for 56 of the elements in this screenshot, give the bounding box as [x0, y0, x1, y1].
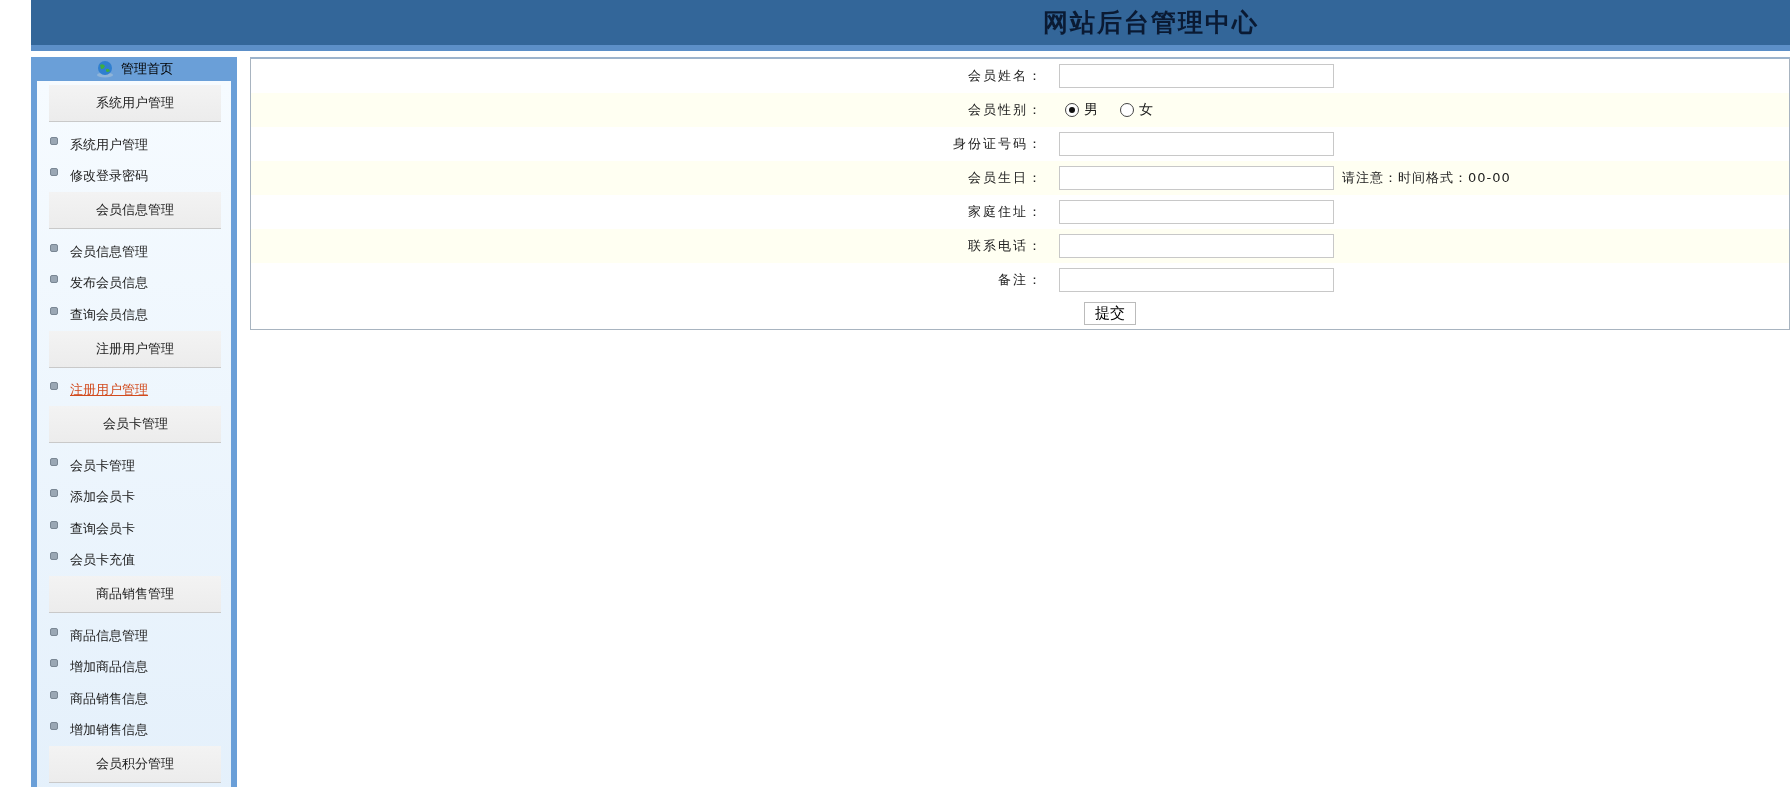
menu-section-heading: 注册用户管理: [49, 330, 221, 368]
field-label: 会员姓名：: [967, 67, 1044, 85]
menu-link[interactable]: 注册用户管理: [70, 381, 148, 400]
menu-section-heading: 会员卡管理: [49, 406, 221, 443]
bullet-icon: [50, 168, 58, 177]
menu-link[interactable]: 系统用户管理: [70, 135, 148, 154]
format-hint: 请注意：时间格式：00-00: [1342, 169, 1511, 187]
menu-link[interactable]: 商品信息管理: [70, 626, 148, 645]
menu-section-heading: 会员积分管理: [49, 746, 221, 783]
input-field[interactable]: [1059, 234, 1334, 258]
input-field[interactable]: [1059, 64, 1334, 88]
site-title: 网站后台管理中心: [1041, 7, 1259, 39]
sidebar-title[interactable]: 管理首页: [121, 60, 173, 78]
bullet-icon: [50, 136, 58, 145]
menu-section-heading: 会员信息管理: [49, 192, 221, 229]
submit-button[interactable]: 提交: [1084, 301, 1136, 325]
field-label: 会员生日：: [967, 169, 1044, 187]
globe-icon: [95, 60, 115, 78]
bullet-icon: [50, 489, 58, 498]
bullet-icon: [50, 457, 58, 466]
field-label: 会员性别：: [967, 101, 1044, 119]
bullet-icon: [50, 382, 58, 391]
field-label: 备注：: [997, 271, 1044, 289]
menu-link[interactable]: 会员卡管理: [70, 456, 135, 475]
menu-link[interactable]: 增加销售信息: [70, 721, 148, 740]
bullet-icon: [50, 275, 58, 284]
radio-button[interactable]: [1120, 103, 1134, 117]
input-field[interactable]: [1059, 166, 1334, 190]
radio-label: 女: [1139, 101, 1153, 119]
bullet-icon: [50, 659, 58, 668]
menu-link[interactable]: 修改登录密码: [70, 167, 148, 186]
bullet-icon: [50, 243, 58, 252]
menu-link[interactable]: 查询会员卡: [70, 519, 135, 538]
bullet-icon: [50, 306, 58, 315]
bullet-icon: [50, 627, 58, 636]
menu-section-heading: 商品销售管理: [49, 576, 221, 613]
menu-link[interactable]: 添加会员卡: [70, 488, 135, 507]
menu-link[interactable]: 查询会员信息: [70, 305, 148, 324]
menu-link[interactable]: 商品销售信息: [70, 689, 148, 708]
bullet-icon: [50, 552, 58, 561]
bullet-icon: [50, 520, 58, 529]
field-label: 联系电话：: [967, 237, 1044, 255]
menu-link[interactable]: 会员卡充值: [70, 551, 135, 570]
bullet-icon: [50, 690, 58, 699]
field-label: 身份证号码：: [952, 135, 1044, 153]
radio-button[interactable]: [1065, 103, 1079, 117]
radio-label: 男: [1084, 101, 1098, 119]
bullet-icon: [50, 722, 58, 731]
input-field[interactable]: [1059, 268, 1334, 292]
input-field[interactable]: [1059, 200, 1334, 224]
menu-link[interactable]: 会员信息管理: [70, 242, 148, 261]
menu-link[interactable]: 发布会员信息: [70, 274, 148, 293]
menu-section-heading: 系统用户管理: [49, 85, 221, 122]
menu-link[interactable]: 增加商品信息: [70, 658, 148, 677]
field-label: 家庭住址：: [967, 203, 1044, 221]
input-field[interactable]: [1059, 132, 1334, 156]
